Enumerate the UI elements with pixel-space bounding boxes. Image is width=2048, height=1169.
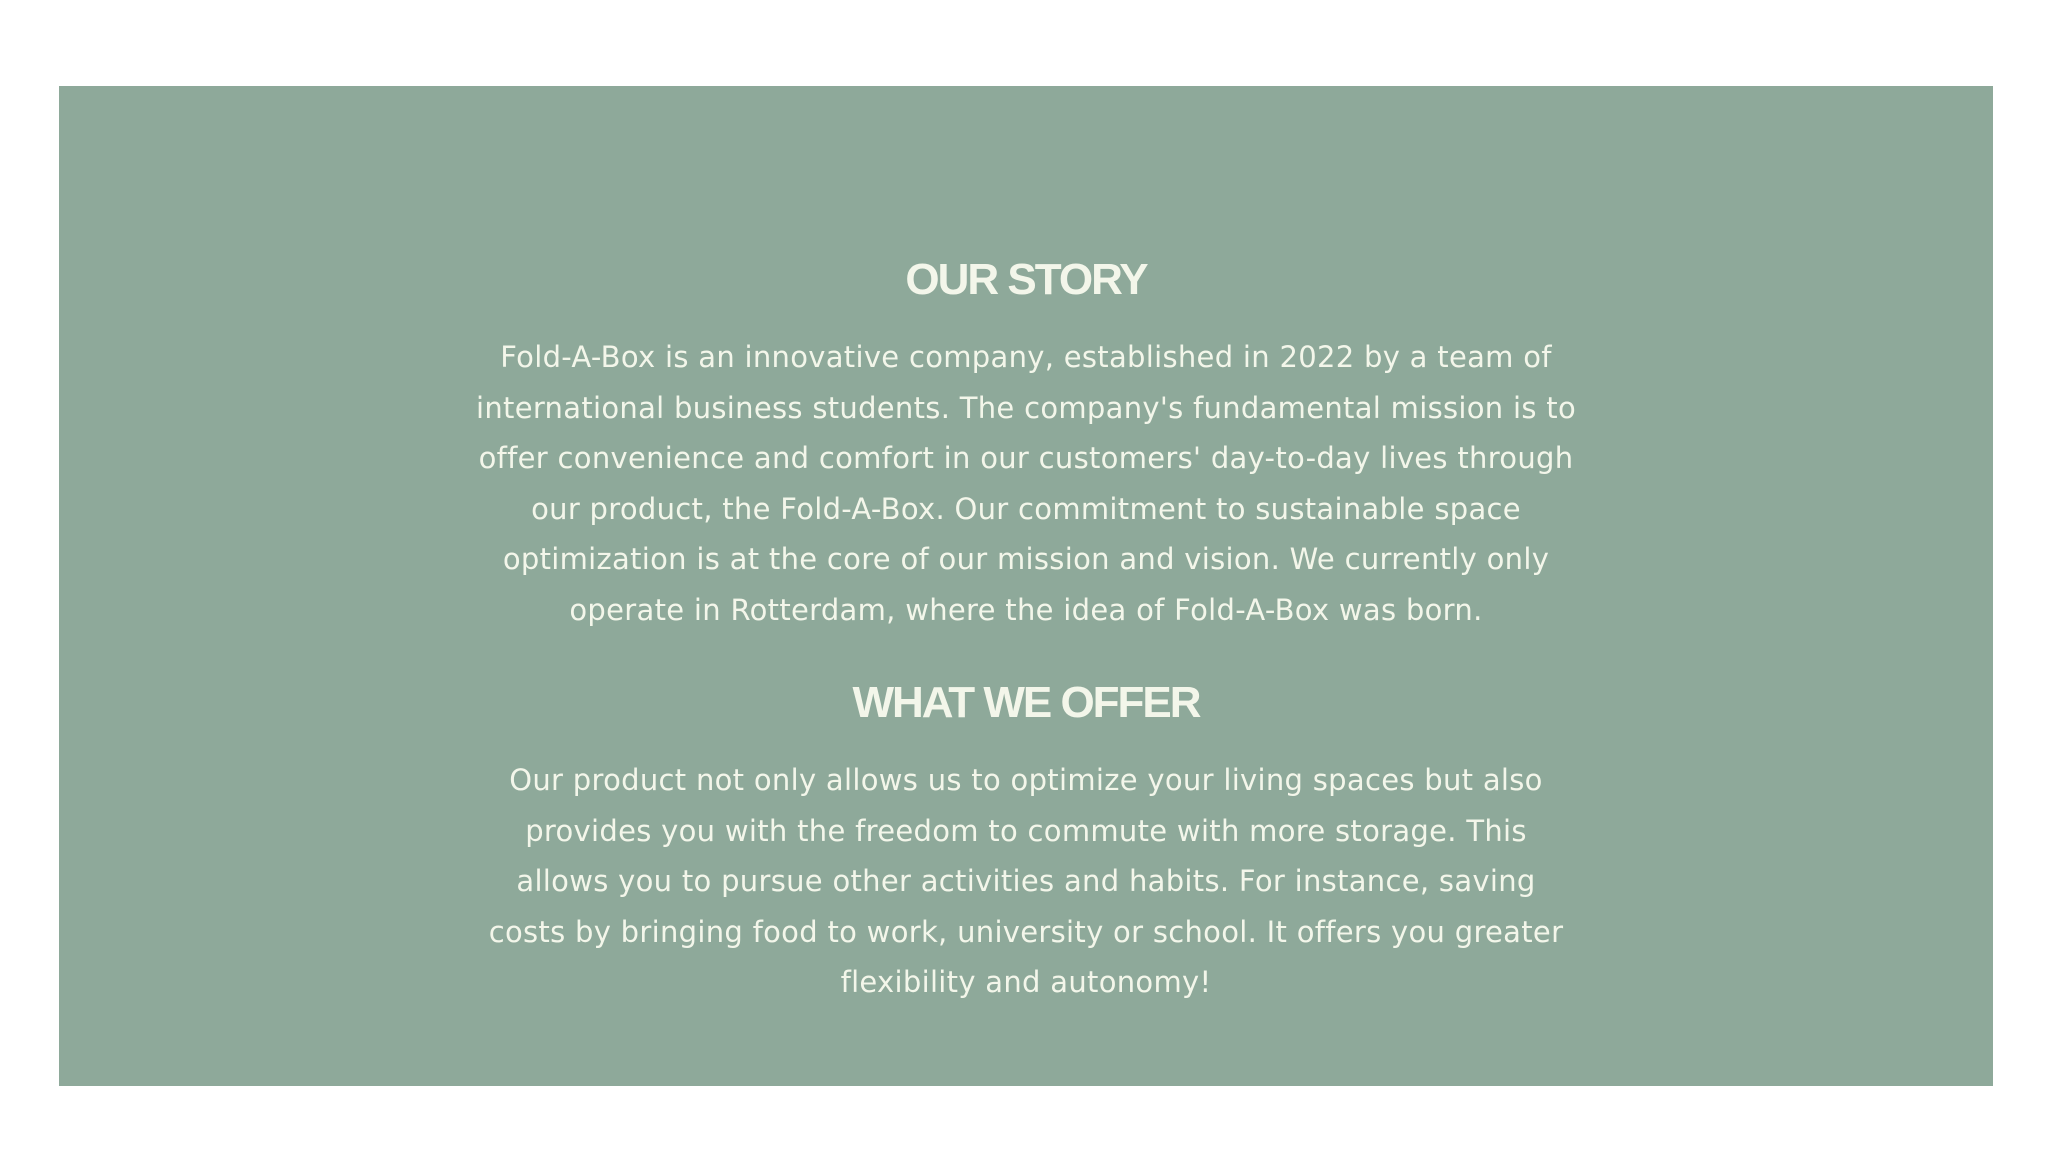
what-we-offer-section: WHAT WE OFFER Our product not only allow… <box>476 675 1576 1008</box>
about-content: OUR STORY Fold-A-Box is an innovative co… <box>476 252 1576 1008</box>
about-panel: OUR STORY Fold-A-Box is an innovative co… <box>59 86 1993 1086</box>
what-we-offer-heading: WHAT WE OFFER <box>852 678 1201 727</box>
our-story-heading: OUR STORY <box>905 255 1148 304</box>
what-we-offer-text: Our product not only allows us to optimi… <box>488 763 1564 999</box>
our-story-section: OUR STORY Fold-A-Box is an innovative co… <box>476 252 1576 635</box>
our-story-text: Fold-A-Box is an innovative company, est… <box>476 340 1576 627</box>
